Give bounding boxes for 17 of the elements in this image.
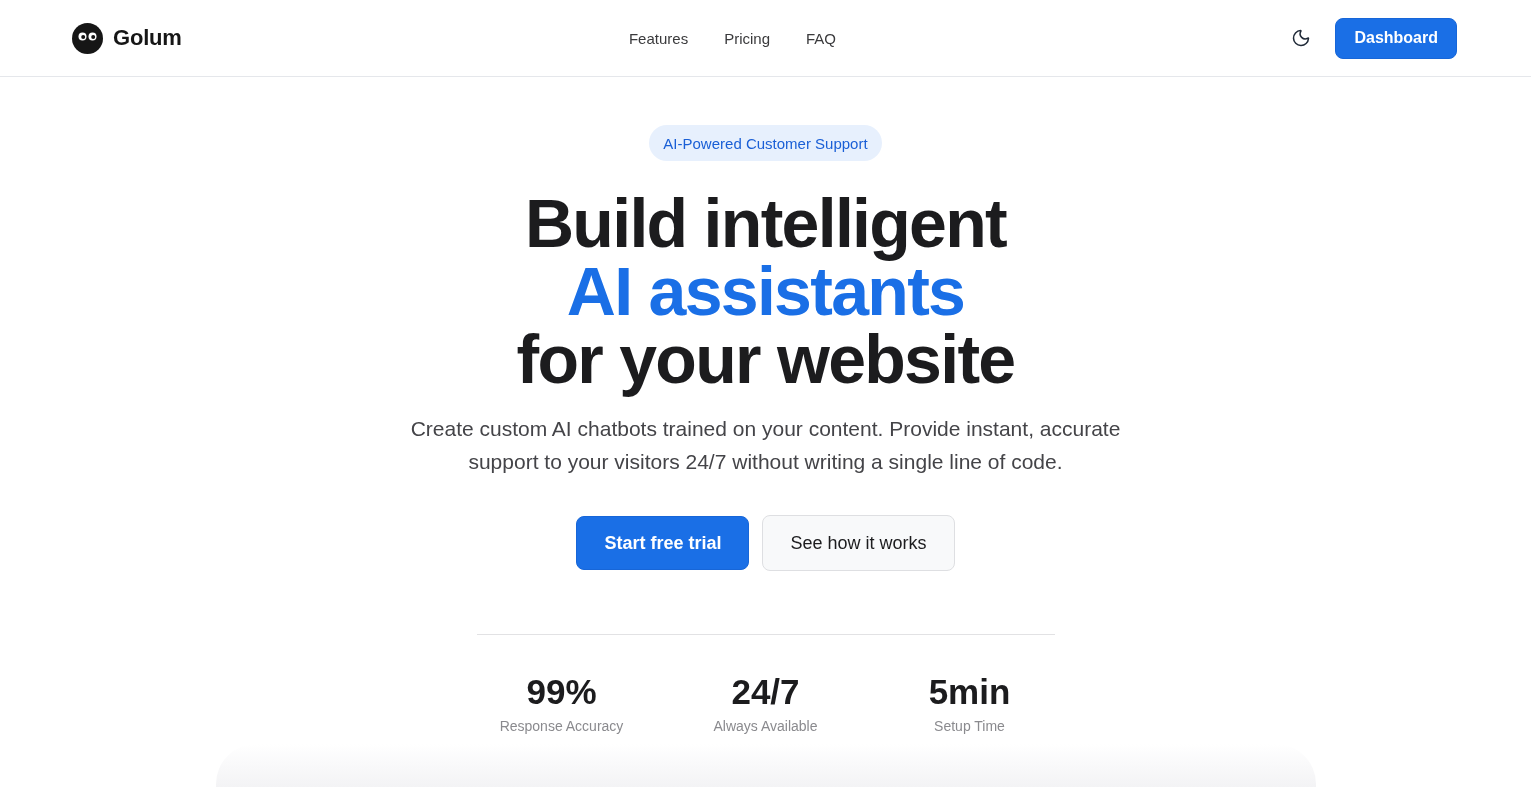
stat-value: 99% xyxy=(526,672,597,712)
logo-icon xyxy=(72,22,103,54)
nav-link[interactable]: Features xyxy=(628,29,689,47)
brand-name: Golum xyxy=(113,25,182,51)
nav-link[interactable]: FAQ xyxy=(806,29,837,47)
trial-button[interactable]: Start free trial xyxy=(576,516,750,570)
stat-label: Response Accuracy xyxy=(499,718,624,734)
moon-icon[interactable] xyxy=(1291,28,1312,48)
stat-label: Always Available xyxy=(713,718,818,734)
stat-label: Setup Time xyxy=(934,718,1005,734)
demo-button[interactable]: See how it works xyxy=(762,515,955,571)
hero-subtitle: Create custom AI chatbots trained on your content. Provide instant, accurate support to your visitors 24/7 without writing a single line of code. xyxy=(409,416,1122,475)
stat-value: 24/7 xyxy=(731,672,800,712)
stat-value: 5min xyxy=(928,672,1011,712)
dashboard-button[interactable]: Dashboard xyxy=(1335,17,1457,59)
hero-badge: AI-Powered Customer Support xyxy=(649,125,882,161)
nav-link[interactable]: Pricing xyxy=(724,29,770,47)
